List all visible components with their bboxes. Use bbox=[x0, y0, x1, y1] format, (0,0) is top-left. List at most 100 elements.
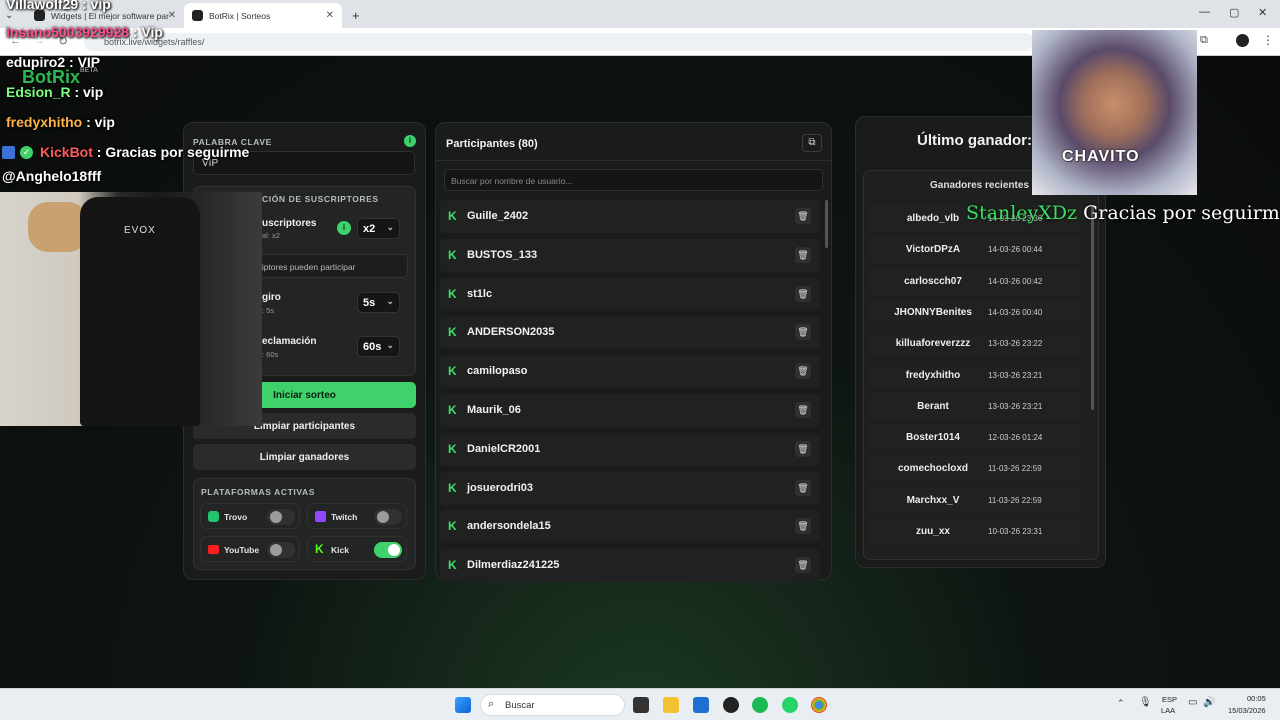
winners-scrollbar[interactable] bbox=[1091, 205, 1094, 410]
winner-date: 14-03-26 00:40 bbox=[988, 307, 1043, 317]
delete-icon[interactable]: 🗑 bbox=[795, 557, 811, 574]
participant-name: josuerodri03 bbox=[467, 481, 534, 494]
winner-row: VictorDPzA 14-03-26 00:44 bbox=[868, 236, 1086, 264]
participant-name: st1lc bbox=[467, 287, 493, 300]
gaming-chair-image: EVOX bbox=[80, 197, 200, 426]
winner-date: 13-03-26 23:21 bbox=[988, 401, 1043, 411]
task-view-icon[interactable] bbox=[633, 697, 649, 713]
kick-icon: K bbox=[448, 441, 457, 456]
claim-duration-select[interactable]: 60s ⌄ bbox=[357, 336, 400, 357]
delete-icon[interactable]: 🗑 bbox=[795, 324, 811, 341]
url-input[interactable]: botrix.live/widgets/raffles/ bbox=[84, 33, 1034, 51]
participants-scrollbar[interactable] bbox=[825, 200, 828, 248]
winner-date: 11-03-26 22:59 bbox=[988, 495, 1042, 505]
subs-section-label: CIÓN DE SUSCRIPTORES bbox=[262, 194, 379, 204]
webcam-chavito: CHAVITO bbox=[1032, 30, 1197, 195]
winner-date: 14-03-26 00:42 bbox=[988, 276, 1043, 286]
participant-name: Guille_2402 bbox=[467, 210, 529, 222]
chat-username: KickBot bbox=[40, 144, 93, 160]
winner-date: 14-03-26 00:44 bbox=[988, 245, 1043, 255]
kick-icon: K bbox=[448, 558, 457, 573]
volume-icon[interactable]: 🔊 bbox=[1203, 697, 1215, 708]
participant-row: Kcamilopaso 🗑 bbox=[440, 355, 820, 389]
menu-icon[interactable]: ⋮ bbox=[1262, 33, 1274, 47]
youtube-icon bbox=[208, 545, 219, 554]
winner-name: Berant bbox=[917, 400, 949, 412]
clock-date: 15/03/2026 bbox=[1228, 706, 1266, 715]
store-icon[interactable] bbox=[693, 697, 709, 713]
info-icon[interactable]: i bbox=[337, 221, 351, 235]
trovo-toggle[interactable] bbox=[267, 509, 295, 525]
multiplier-select[interactable]: x2 ⌄ bbox=[357, 218, 400, 239]
whatsapp-icon[interactable] bbox=[782, 697, 798, 713]
microphone-icon[interactable]: 🎙 bbox=[1139, 697, 1152, 708]
obs-icon[interactable] bbox=[723, 697, 739, 713]
participant-row: K Guille_2402 🗑 bbox=[440, 200, 820, 233]
chat-message: KickBot : Gracias por seguirme bbox=[40, 144, 249, 160]
chat-message: fredyxhitho : vip bbox=[6, 114, 115, 130]
chat-username: Insano5003929928 bbox=[6, 24, 129, 40]
winner-row: killuaforeverzzz 13-03-26 23:22 bbox=[868, 330, 1086, 358]
twitch-toggle[interactable] bbox=[374, 509, 402, 525]
winner-row: fredyxhitho 13-03-26 23:21 bbox=[868, 361, 1086, 389]
winner-date: 11-03-26 22:59 bbox=[988, 464, 1042, 474]
clock-time[interactable]: 00:05 bbox=[1247, 694, 1266, 703]
participant-name: camilopaso bbox=[467, 365, 528, 378]
delete-icon[interactable]: 🗑 bbox=[795, 479, 811, 496]
delete-icon[interactable]: 🗑 bbox=[795, 363, 811, 380]
platform-trovo: Trovo bbox=[200, 503, 300, 529]
winner-date: 12-03-26 01:24 bbox=[988, 433, 1043, 443]
delete-icon[interactable]: 🗑 bbox=[795, 285, 811, 302]
delete-icon[interactable]: 🗑 bbox=[795, 246, 811, 263]
taskbar: ⌕ Buscar ⌃ 🎙 ESP LAA ▭ 🔊 00:05 15/03/202… bbox=[0, 688, 1280, 720]
participant-row: Kandersondela15 🗑 bbox=[440, 510, 820, 544]
minimize-icon[interactable]: — bbox=[1199, 6, 1210, 18]
language-indicator[interactable]: ESP bbox=[1162, 695, 1177, 704]
new-tab-button[interactable]: + bbox=[344, 3, 364, 28]
close-tab-icon[interactable]: ✕ bbox=[168, 10, 176, 21]
copy-icon[interactable]: ⧉ bbox=[802, 134, 822, 152]
extensions-icon[interactable]: ⧉ bbox=[1200, 34, 1208, 47]
twitch-icon bbox=[315, 511, 326, 522]
start-icon[interactable] bbox=[455, 697, 471, 713]
network-icon[interactable]: ▭ bbox=[1188, 697, 1197, 708]
delete-icon[interactable]: 🗑 bbox=[795, 440, 811, 457]
platform-twitch: Twitch bbox=[307, 503, 407, 529]
chat-text: : vip bbox=[78, 0, 111, 12]
winner-name: zuu_xx bbox=[916, 526, 950, 537]
platform-kick: K Kick bbox=[307, 536, 407, 562]
participant-row: K DanielCR2001 🗑 bbox=[440, 432, 820, 466]
participant-row: Kjosuerodri03 🗑 bbox=[440, 471, 820, 505]
participant-row: K Maurik_06 🗑 bbox=[440, 394, 820, 427]
tray-chevron-icon[interactable]: ⌃ bbox=[1117, 698, 1125, 709]
taskbar-search[interactable]: ⌕ Buscar bbox=[480, 694, 625, 716]
participant-search-input[interactable]: Buscar por nombre de usuario... bbox=[444, 169, 823, 191]
chrome-icon[interactable] bbox=[811, 697, 827, 713]
claim-title: eclamación bbox=[262, 336, 317, 347]
delete-icon[interactable]: 🗑 bbox=[795, 208, 811, 224]
chat-text: : Gracias por seguirme bbox=[92, 144, 250, 160]
botrix-logo: BotRix bbox=[22, 67, 80, 87]
claim-sub: : 60s bbox=[262, 350, 279, 359]
delete-icon[interactable]: 🗑 bbox=[795, 518, 811, 535]
youtube-toggle[interactable] bbox=[267, 542, 295, 558]
delete-icon[interactable]: 🗑 bbox=[795, 402, 811, 418]
follow-alert: StanleyXDz Gracias por seguirme!! bbox=[966, 202, 1280, 224]
close-tab-icon[interactable]: ✕ bbox=[326, 10, 334, 21]
spin-duration-select[interactable]: 5s ⌄ bbox=[357, 292, 400, 313]
maximize-icon[interactable]: ▢ bbox=[1229, 6, 1239, 19]
winner-row: JHONNYBenites 14-03-26 00:40 bbox=[868, 298, 1086, 326]
profile-avatar[interactable] bbox=[1236, 34, 1249, 47]
winner-row: carloscch07 14-03-26 00:42 bbox=[868, 267, 1086, 295]
tab-botrix[interactable]: BotRix | Sorteos ✕ bbox=[184, 3, 342, 28]
kick-icon: K bbox=[315, 542, 324, 556]
chat-message: Insano5003929928 : Vip bbox=[6, 24, 163, 40]
close-window-icon[interactable]: ✕ bbox=[1258, 6, 1267, 19]
spotify-icon[interactable] bbox=[752, 697, 768, 713]
platform-youtube: YouTube bbox=[200, 536, 300, 562]
spin-title: giro bbox=[262, 292, 281, 303]
file-explorer-icon[interactable] bbox=[663, 697, 679, 713]
clear-winners-button[interactable]: Limpiar ganadores bbox=[193, 444, 416, 470]
kick-toggle[interactable] bbox=[374, 542, 402, 558]
info-icon[interactable]: i bbox=[404, 135, 416, 147]
